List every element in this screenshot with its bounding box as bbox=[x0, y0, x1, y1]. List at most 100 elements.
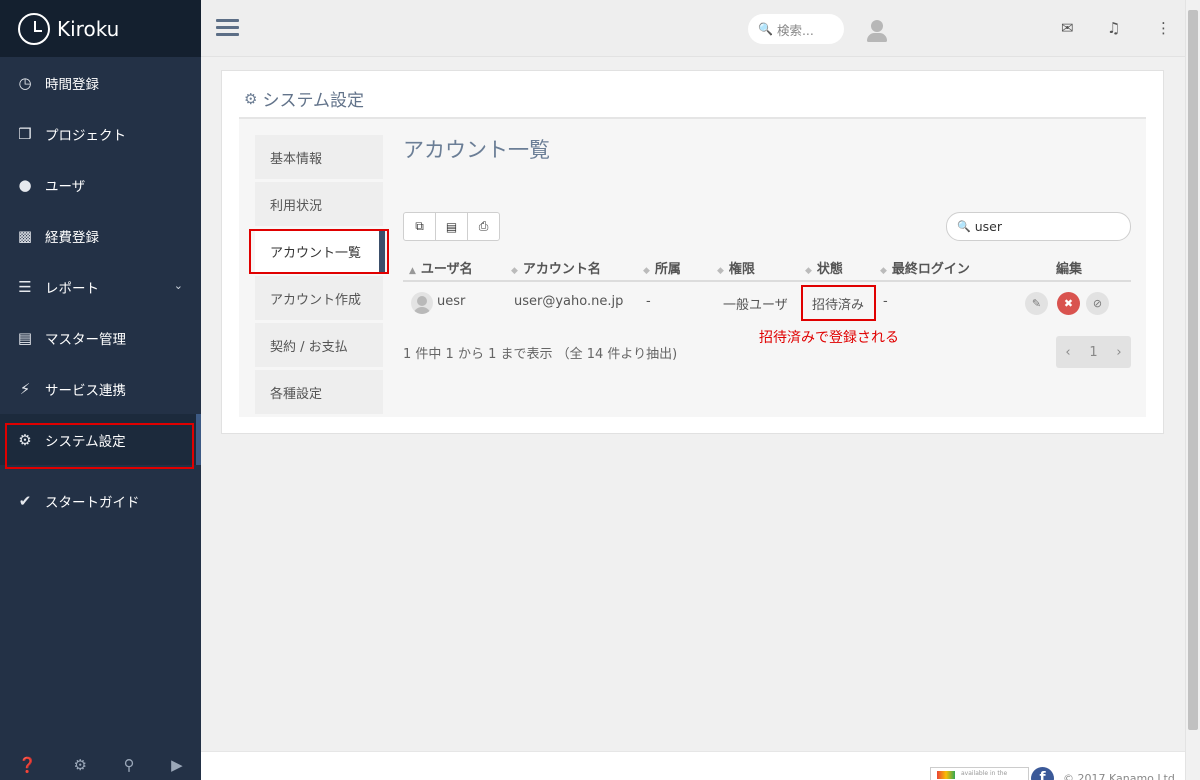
sidebar-item-expense[interactable]: ▩ 経費登録 bbox=[0, 210, 201, 261]
more-vertical-icon[interactable]: ⋮ bbox=[1156, 19, 1171, 37]
sort-icon: ◆ bbox=[880, 266, 887, 276]
subnav-item-basic-info[interactable]: 基本情報 bbox=[255, 135, 383, 179]
copyright: © 2017 Kanamo Ltd. bbox=[1063, 772, 1179, 780]
sidebar-item-label: プロジェクト bbox=[45, 127, 126, 144]
column-header-username[interactable]: ▲ ユーザ名 bbox=[409, 258, 473, 277]
sidebar-item-user[interactable]: ● ユーザ bbox=[0, 159, 201, 210]
subnav-item-account-create[interactable]: アカウント作成 bbox=[255, 276, 383, 320]
sidebar-item-project[interactable]: ❒ プロジェクト bbox=[0, 108, 201, 159]
table-info: 1 件中 1 から 1 まで表示 （全 14 件より抽出) bbox=[403, 347, 678, 362]
help-icon[interactable]: ❓ bbox=[18, 756, 37, 774]
facebook-icon[interactable]: f bbox=[1031, 767, 1054, 780]
search-icon: 🔍 bbox=[758, 22, 773, 36]
chevron-down-icon: ⌄ bbox=[173, 279, 183, 292]
sidebar-item-start-guide[interactable]: ✔ スタートガイド bbox=[0, 475, 201, 526]
chevron-right-icon[interactable]: › bbox=[1116, 345, 1121, 360]
sort-icon: ◆ bbox=[717, 266, 724, 276]
sort-icon: ◆ bbox=[511, 266, 518, 276]
delete-button[interactable]: ✖ bbox=[1057, 292, 1080, 315]
cubes-icon: ❒ bbox=[18, 124, 32, 143]
csv-button[interactable]: ▤ bbox=[435, 212, 468, 241]
sidebar-item-label: レポート bbox=[45, 280, 99, 297]
lock-icon[interactable]: ⚲ bbox=[124, 756, 135, 774]
store-badge[interactable]: available in the bbox=[930, 767, 1029, 780]
sidebar-item-label: サービス連携 bbox=[45, 382, 126, 399]
sidebar-item-label: ユーザ bbox=[45, 178, 86, 195]
edit-icon: ✎ bbox=[1031, 297, 1042, 310]
column-header-account[interactable]: ◆ アカウント名 bbox=[511, 258, 601, 277]
section-title: アカウント一覧 bbox=[403, 138, 550, 162]
file-icon: ▤ bbox=[445, 219, 458, 234]
ban-icon: ⊘ bbox=[1092, 297, 1103, 310]
footer: available in the f © 2017 Kanamo Ltd. bbox=[201, 751, 1185, 780]
page-title: ⚙ システム設定 bbox=[244, 89, 364, 112]
export-button-group: ⧉ ▤ ⎙ bbox=[403, 212, 500, 241]
column-header-status[interactable]: ◆ 状態 bbox=[805, 258, 843, 277]
gear-icon: ⚙ bbox=[244, 89, 258, 108]
avatar[interactable] bbox=[866, 20, 888, 42]
disable-button[interactable]: ⊘ bbox=[1086, 292, 1109, 315]
column-header-dept[interactable]: ◆ 所属 bbox=[643, 258, 681, 277]
pagination: ‹ 1 › bbox=[1056, 336, 1131, 368]
clock-logo-icon bbox=[18, 12, 50, 45]
sort-icon: ◆ bbox=[643, 266, 650, 276]
sidebar-item-label: マスター管理 bbox=[45, 331, 126, 348]
column-header-role[interactable]: ◆ 権限 bbox=[717, 258, 755, 277]
user-icon: ● bbox=[18, 175, 32, 194]
edit-button[interactable]: ✎ bbox=[1025, 292, 1048, 315]
sidebar-item-master[interactable]: ▤ マスター管理 bbox=[0, 312, 201, 363]
subnav-item-misc-settings[interactable]: 各種設定 bbox=[255, 370, 383, 414]
list-icon: ☰ bbox=[18, 277, 32, 296]
sidebar-item-label: スタートガイド bbox=[45, 494, 140, 511]
database-icon: ▤ bbox=[17, 328, 33, 347]
copy-button[interactable]: ⧉ bbox=[403, 212, 436, 241]
cell-last-login: - bbox=[883, 294, 888, 309]
cell-account: user@yaho.ne.jp bbox=[514, 294, 624, 309]
sidebar-item-label: 時間登録 bbox=[45, 76, 99, 93]
page-number[interactable]: 1 bbox=[1089, 345, 1097, 360]
sidebar-item-time[interactable]: ◷ 時間登録 bbox=[0, 57, 201, 108]
message-icon[interactable]: ✉ bbox=[1061, 19, 1074, 37]
subnav-item-usage[interactable]: 利用状況 bbox=[255, 182, 383, 226]
gear-icon[interactable]: ⚙ bbox=[74, 756, 87, 774]
sidebar-item-report[interactable]: ☰ レポート ⌄ bbox=[0, 261, 201, 312]
table-header: ▲ ユーザ名 ◆ アカウント名 ◆ 所属 ◆ 権限 ◆ 状態 ◆ 最終ログイン 編集 bbox=[403, 254, 1131, 282]
plug-icon: ⚡ bbox=[19, 379, 31, 398]
annotation-note: 招待済みで登録される bbox=[759, 330, 899, 346]
sort-icon: ◆ bbox=[805, 266, 812, 276]
cell-username: uesr bbox=[437, 294, 466, 309]
brand[interactable]: Kiroku bbox=[0, 0, 201, 57]
column-header-edit: 編集 bbox=[1056, 262, 1083, 277]
check-icon: ✔ bbox=[18, 491, 32, 510]
store-logo-icon bbox=[937, 771, 955, 779]
sidebar-item-label: 経費登録 bbox=[45, 229, 99, 246]
bell-icon[interactable]: ♫ bbox=[1107, 19, 1120, 37]
search-placeholder: 検索... bbox=[776, 22, 814, 38]
app-name: Kiroku bbox=[57, 16, 120, 41]
print-button[interactable]: ⎙ bbox=[467, 212, 500, 241]
scrollbar[interactable] bbox=[1185, 0, 1200, 780]
highlight-box-subnav bbox=[249, 229, 389, 274]
clock-icon: ◷ bbox=[18, 73, 32, 92]
cell-dept: - bbox=[646, 294, 651, 309]
play-icon[interactable]: ▶ bbox=[171, 756, 183, 774]
hamburger-menu-icon[interactable] bbox=[216, 19, 239, 37]
table-row: uesr user@yaho.ne.jp - 一般ユーザ 招待済み - ✎ ✖ … bbox=[403, 284, 1131, 324]
sidebar: Kiroku ◷ 時間登録 ❒ プロジェクト ● ユーザ ▩ 経費登録 ☰ レポ… bbox=[0, 0, 201, 780]
search-icon: 🔍 bbox=[957, 220, 971, 233]
print-icon: ⎙ bbox=[478, 219, 489, 233]
table-search-input[interactable]: 🔍 user bbox=[946, 212, 1131, 241]
settings-subnav: 基本情報 利用状況 アカウント一覧 アカウント作成 契約 / お支払 各種設定 bbox=[255, 135, 385, 417]
chevron-left-icon[interactable]: ‹ bbox=[1065, 345, 1070, 360]
train-icon: ▩ bbox=[17, 226, 33, 245]
global-search-input[interactable]: 🔍 検索... bbox=[748, 14, 844, 44]
column-header-last-login[interactable]: ◆ 最終ログイン bbox=[880, 258, 970, 277]
topbar: 🔍 検索... ✉ ♫ ⋮ bbox=[201, 0, 1185, 57]
subnav-item-billing[interactable]: 契約 / お支払 bbox=[255, 323, 383, 367]
sidebar-item-integration[interactable]: ⚡ サービス連携 bbox=[0, 363, 201, 414]
trash-icon: ✖ bbox=[1063, 297, 1074, 310]
copy-icon: ⧉ bbox=[415, 219, 424, 233]
table-search-value: user bbox=[974, 219, 1002, 234]
cell-role: 一般ユーザ bbox=[723, 298, 788, 313]
scrollbar-thumb[interactable] bbox=[1188, 10, 1198, 730]
